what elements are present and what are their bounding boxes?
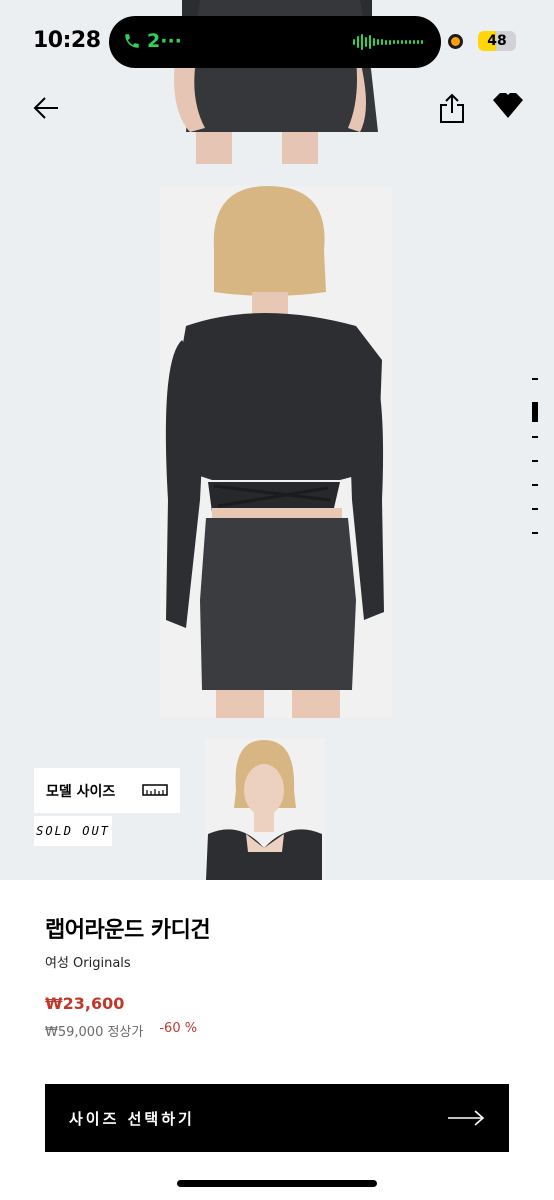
sale-price: ₩23,600: [45, 994, 125, 1013]
gallery-page-indicator[interactable]: [532, 378, 542, 556]
page-dot-active[interactable]: [532, 402, 538, 422]
model-size-label: 모델 사이즈: [46, 783, 116, 800]
page-dot[interactable]: [532, 460, 538, 462]
select-size-button[interactable]: 사이즈 선택하기: [45, 1084, 509, 1152]
page-dot[interactable]: [532, 532, 538, 534]
wishlist-button[interactable]: [488, 86, 528, 126]
call-duration: 2···: [147, 30, 182, 52]
arrow-right-icon: [448, 1110, 485, 1126]
price-details: ₩59,000 정상가 -60 %: [45, 1021, 197, 1040]
product-category: 여성 Originals: [45, 956, 131, 971]
page-dot[interactable]: [532, 378, 538, 380]
model-size-badge[interactable]: 모델 사이즈: [34, 768, 180, 813]
arrow-left-icon: [33, 97, 58, 119]
sold-out-badge: SOLD OUT: [34, 816, 112, 846]
status-time: 10:28: [33, 28, 101, 53]
page-dot[interactable]: [532, 484, 538, 486]
product-photo-3: [205, 738, 325, 880]
page-dot[interactable]: [532, 436, 538, 438]
audio-wave-icon: [353, 34, 423, 50]
back-button[interactable]: [26, 88, 66, 128]
dynamic-island[interactable]: 2···: [109, 16, 441, 68]
share-button[interactable]: [432, 88, 472, 128]
discount-percent: -60 %: [159, 1021, 198, 1036]
product-photos: [160, 0, 392, 880]
phone-icon: [125, 34, 139, 48]
product-photo-2: [160, 186, 392, 718]
home-indicator[interactable]: [177, 1180, 377, 1187]
product-image-gallery[interactable]: 10:28 2··· 48 모델 사이즈 SOLD OUT: [0, 0, 554, 880]
share-icon: [440, 93, 464, 123]
call-indicator: 2···: [123, 30, 182, 52]
recording-indicator-icon: [448, 34, 463, 49]
select-size-label: 사이즈 선택하기: [69, 1109, 195, 1128]
battery-indicator: 48: [478, 31, 516, 51]
heart-icon: [493, 93, 523, 118]
ruler-icon: [142, 784, 168, 796]
product-title: 랩어라운드 카디건: [45, 918, 211, 943]
product-info: 랩어라운드 카디건 여성 Originals ₩23,600 ₩59,000 정…: [0, 880, 554, 1200]
battery-level: 48: [487, 33, 507, 49]
page-dot[interactable]: [532, 508, 538, 510]
original-price: ₩59,000 정상가: [45, 1025, 144, 1040]
